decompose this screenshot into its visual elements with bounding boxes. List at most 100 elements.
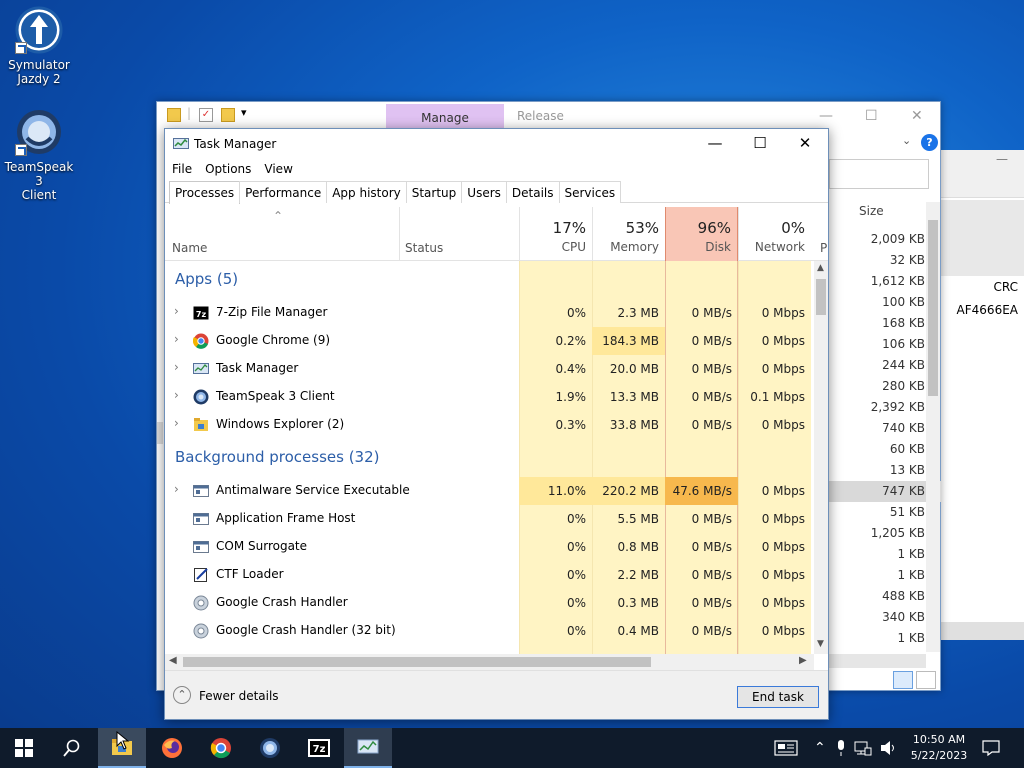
tab-processes[interactable]: Processes xyxy=(169,181,241,204)
collapse-icon[interactable]: ⌃ xyxy=(173,686,191,704)
column-network[interactable]: 0% Network xyxy=(738,207,811,261)
taskbar-chrome[interactable] xyxy=(197,728,245,768)
table-row[interactable]: Google Crash Handler (32 bit) 0% 0.4 MB 0 M… xyxy=(165,617,814,645)
sort-ascending-icon[interactable]: ⌃ xyxy=(273,209,283,223)
size-cell[interactable]: 747 KB xyxy=(829,481,941,502)
start-button[interactable] xyxy=(0,728,48,768)
size-cell[interactable]: 60 KB xyxy=(829,439,941,460)
scroll-right-icon[interactable]: ▶ xyxy=(799,655,807,666)
clock[interactable]: 10:50 AM 5/22/2023 xyxy=(902,732,976,764)
explorer-horizontal-scrollbar[interactable] xyxy=(829,654,926,668)
column-power[interactable]: P xyxy=(820,241,827,255)
column-cpu[interactable]: 17% CPU xyxy=(519,207,592,261)
column-status[interactable]: Status xyxy=(405,241,443,255)
tab-app-history[interactable]: App history xyxy=(326,181,407,203)
action-center-button[interactable] xyxy=(968,728,1014,768)
table-row[interactable]: › Windows Explorer (2) 0.3% 33.8 MB 0 MB/s 0 … xyxy=(165,411,814,439)
size-cell[interactable]: 1,612 KB xyxy=(829,271,941,292)
end-task-button[interactable]: End task xyxy=(737,686,819,708)
menu-file[interactable]: File xyxy=(172,159,199,181)
tab-startup[interactable]: Startup xyxy=(405,181,463,203)
size-cell[interactable]: 340 KB xyxy=(829,607,941,628)
process-horizontal-scrollbar[interactable]: ◀ ▶ xyxy=(165,654,814,670)
expand-chevron-icon[interactable]: › xyxy=(174,360,179,374)
scroll-thumb[interactable] xyxy=(816,279,826,315)
size-cell[interactable]: 1 KB xyxy=(829,628,941,649)
expand-chevron-icon[interactable]: › xyxy=(174,482,179,496)
minimize-icon[interactable]: — xyxy=(693,134,737,152)
size-cell[interactable]: 1 KB xyxy=(829,544,941,565)
scroll-down-icon[interactable]: ▼ xyxy=(817,639,824,649)
scroll-up-icon[interactable]: ▲ xyxy=(817,263,824,273)
taskbar-task-manager[interactable] xyxy=(344,728,392,768)
tab-users[interactable]: Users xyxy=(461,181,507,203)
table-row[interactable]: Google Crash Handler 0% 0.3 MB 0 MB/s 0 Mbps xyxy=(165,589,814,617)
menu-options[interactable]: Options xyxy=(205,159,258,181)
news-widget-icon[interactable] xyxy=(774,740,798,756)
size-cell[interactable]: 168 KB xyxy=(829,313,941,334)
table-row[interactable]: › Antimalware Service Executable 11.0% 220.… xyxy=(165,477,814,505)
table-row[interactable]: › 7z 7-Zip File Manager 0% 2.3 MB 0 MB/s 0 Mbp… xyxy=(165,299,814,327)
task-manager-window[interactable]: Task Manager — ☐ ✕ File Options View Pro… xyxy=(164,128,829,720)
minimize-icon[interactable]: — xyxy=(996,152,1008,166)
tab-details[interactable]: Details xyxy=(505,181,560,203)
size-cell[interactable]: 244 KB xyxy=(829,355,941,376)
microphone-icon[interactable] xyxy=(836,740,846,756)
expand-chevron-icon[interactable]: › xyxy=(174,388,179,402)
column-memory[interactable]: 53% Memory xyxy=(592,207,665,261)
size-cell[interactable]: 280 KB xyxy=(829,376,941,397)
close-icon[interactable]: ✕ xyxy=(783,134,827,152)
search-button[interactable] xyxy=(48,728,96,768)
explorer-vertical-scrollbar[interactable] xyxy=(926,202,940,652)
tab-performance[interactable]: Performance xyxy=(239,181,328,203)
properties-icon[interactable]: ✓ xyxy=(199,108,213,122)
process-vertical-scrollbar[interactable]: ▲ ▼ xyxy=(814,261,828,654)
scroll-left-icon[interactable]: ◀ xyxy=(169,655,177,666)
size-cell[interactable]: 2,009 KB xyxy=(829,229,941,250)
ribbon-expand-icon[interactable]: ⌄ xyxy=(902,134,911,147)
size-cell[interactable]: 740 KB xyxy=(829,418,941,439)
table-row[interactable]: › Task Manager 0.4% 20.0 MB 0 MB/s 0 Mbps xyxy=(165,355,814,383)
size-cell[interactable]: 1,205 KB xyxy=(829,523,941,544)
table-row[interactable]: › Google Chrome (9) 0.2% 184.3 MB 0 MB/s 0 Mb… xyxy=(165,327,814,355)
expand-chevron-icon[interactable]: › xyxy=(174,332,179,346)
new-folder-icon[interactable] xyxy=(221,108,235,122)
large-icons-view-icon[interactable] xyxy=(916,671,936,689)
taskbar-7zip[interactable]: 7z xyxy=(295,728,343,768)
size-cell[interactable]: 1 KB xyxy=(829,565,941,586)
help-icon[interactable]: ? xyxy=(921,134,938,151)
table-row[interactable]: › TeamSpeak 3 Client 1.9% 13.3 MB 0 MB/s 0.1 … xyxy=(165,383,814,411)
desktop-icon-symulator[interactable]: Symulator Jazdy 2 xyxy=(1,6,77,86)
show-hidden-icons-icon[interactable]: ⌃ xyxy=(814,740,826,756)
size-cell[interactable]: 51 KB xyxy=(829,502,941,523)
fewer-details-link[interactable]: Fewer details xyxy=(199,689,279,703)
search-box[interactable] xyxy=(829,159,929,189)
tab-services[interactable]: Services xyxy=(558,181,622,203)
quick-access-dropdown-icon[interactable]: ▾ xyxy=(241,106,247,119)
expand-chevron-icon[interactable]: › xyxy=(174,416,179,430)
scroll-thumb[interactable] xyxy=(183,657,651,667)
close-icon[interactable]: ✕ xyxy=(911,108,923,124)
column-name[interactable]: Name xyxy=(172,241,207,255)
size-cell[interactable]: 2,392 KB xyxy=(829,397,941,418)
size-cell[interactable]: 100 KB xyxy=(829,292,941,313)
details-view-icon[interactable] xyxy=(893,671,913,689)
expand-chevron-icon[interactable]: › xyxy=(174,304,179,318)
network-icon[interactable] xyxy=(854,740,872,756)
volume-icon[interactable] xyxy=(880,740,898,756)
taskbar-firefox[interactable] xyxy=(148,728,196,768)
size-cell[interactable]: 106 KB xyxy=(829,334,941,355)
size-cell[interactable]: 32 KB xyxy=(829,250,941,271)
size-cell[interactable]: 13 KB xyxy=(829,460,941,481)
desktop-icon-teamspeak[interactable]: TeamSpeak 3 Client xyxy=(1,108,77,202)
table-row[interactable]: CTF Loader 0% 2.2 MB 0 MB/s 0 Mbps xyxy=(165,561,814,589)
minimize-icon[interactable]: — xyxy=(819,108,833,124)
maximize-icon[interactable]: ☐ xyxy=(865,108,878,124)
size-cell[interactable]: 488 KB xyxy=(829,586,941,607)
maximize-icon[interactable]: ☐ xyxy=(738,134,782,152)
table-row[interactable]: Application Frame Host 0% 5.5 MB 0 MB/s 0 Mb… xyxy=(165,505,814,533)
menu-view[interactable]: View xyxy=(264,159,299,181)
column-disk[interactable]: 96% Disk xyxy=(665,207,738,261)
tab-manage[interactable]: Manage xyxy=(386,104,504,130)
table-row[interactable]: COM Surrogate 0% 0.8 MB 0 MB/s 0 Mbps xyxy=(165,533,814,561)
